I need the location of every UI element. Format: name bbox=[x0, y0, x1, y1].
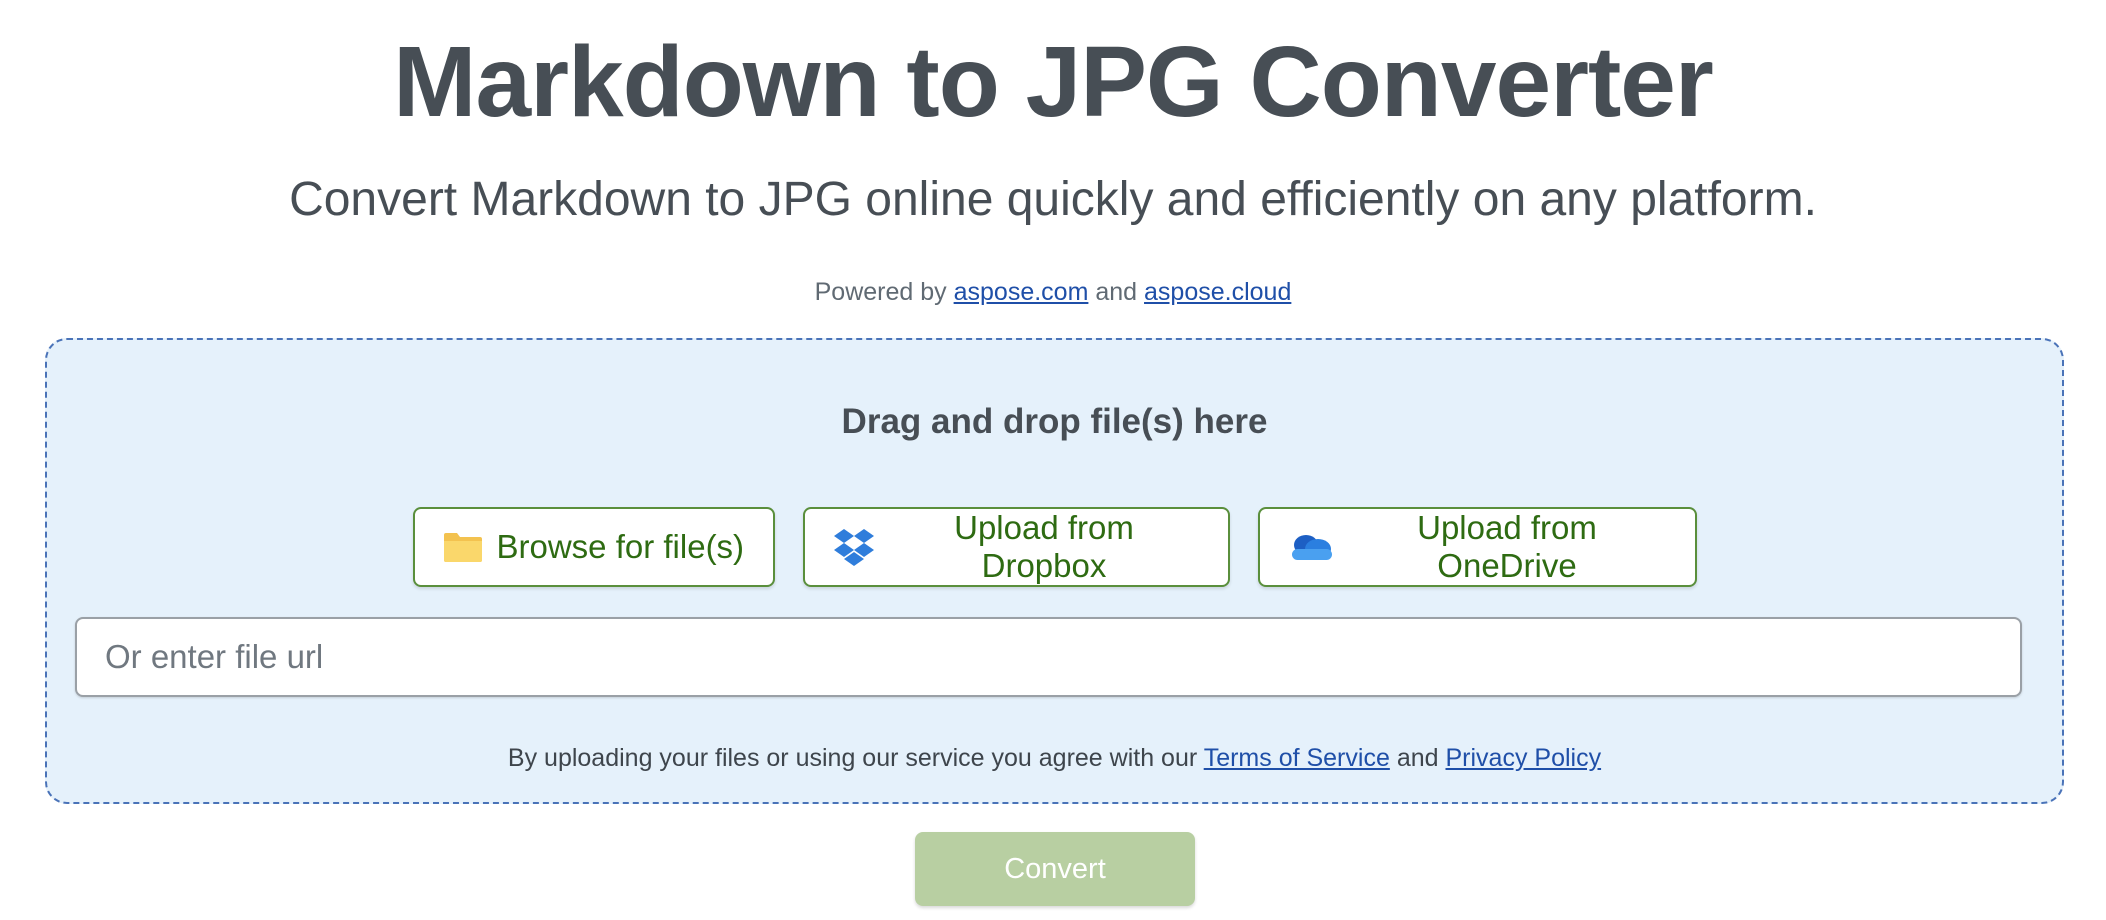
dropbox-label: Upload from Dropbox bbox=[954, 509, 1134, 584]
powered-by-prefix: Powered by bbox=[814, 278, 947, 306]
upload-dropbox-button[interactable]: Upload from Dropbox bbox=[802, 507, 1230, 587]
page: Markdown to JPG Converter Convert Markdo… bbox=[0, 0, 2106, 920]
page-subtitle: Convert Markdown to JPG online quickly a… bbox=[289, 173, 1817, 226]
file-url-input[interactable] bbox=[75, 617, 2022, 697]
dropbox-icon bbox=[833, 527, 875, 567]
folder-icon bbox=[443, 531, 483, 563]
terms-agreement: By uploading your files or using our ser… bbox=[47, 742, 2062, 774]
upload-buttons: Browse for file(s) Upload from Dropbox U… bbox=[47, 507, 2062, 587]
agree-prefix: By uploading your files or using our ser… bbox=[507, 744, 1198, 772]
onedrive-icon bbox=[1288, 532, 1334, 562]
onedrive-label: Upload from OneDrive bbox=[1417, 509, 1597, 584]
privacy-policy-link[interactable]: Privacy Policy bbox=[1445, 744, 1601, 772]
aspose-cloud-link[interactable]: aspose.cloud bbox=[1144, 278, 1291, 306]
aspose-com-link[interactable]: aspose.com bbox=[954, 278, 1089, 306]
page-title: Markdown to JPG Converter bbox=[393, 26, 1714, 138]
convert-button[interactable]: Convert bbox=[915, 832, 1195, 906]
upload-onedrive-button[interactable]: Upload from OneDrive bbox=[1257, 507, 1697, 587]
powered-by-and: and bbox=[1095, 278, 1138, 306]
agree-and: and bbox=[1396, 744, 1439, 772]
browse-files-button[interactable]: Browse for file(s) bbox=[412, 507, 775, 587]
terms-of-service-link[interactable]: Terms of Service bbox=[1204, 744, 1390, 772]
file-dropzone[interactable]: Drag and drop file(s) here Browse for fi… bbox=[45, 338, 2064, 804]
dropzone-title: Drag and drop file(s) here bbox=[841, 402, 1268, 441]
powered-by: Powered by aspose.com and aspose.cloud bbox=[0, 276, 2106, 308]
browse-files-label: Browse for file(s) bbox=[496, 528, 745, 565]
